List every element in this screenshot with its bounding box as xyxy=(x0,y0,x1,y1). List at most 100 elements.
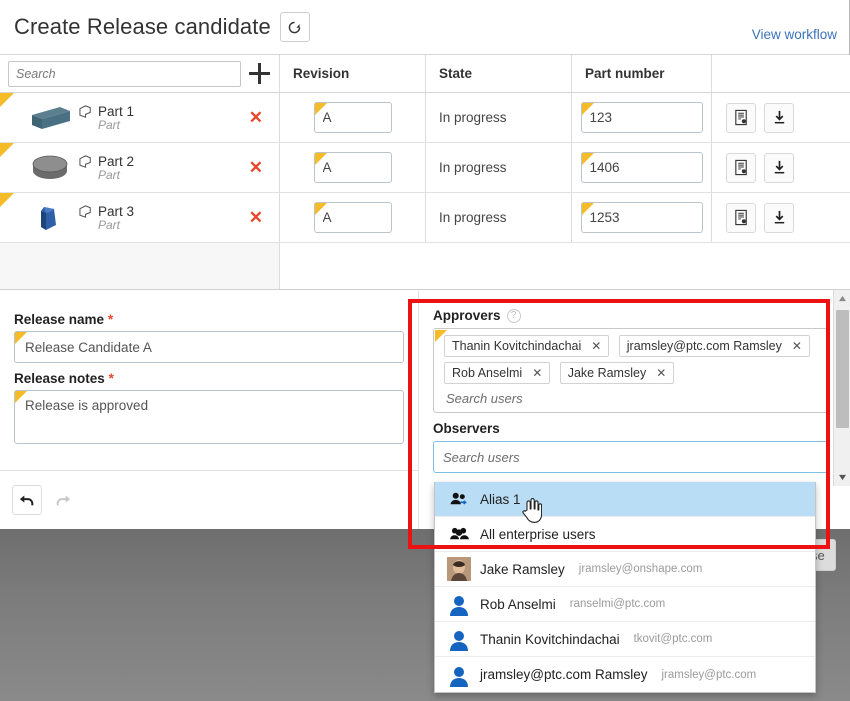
vertical-scrollbar[interactable] xyxy=(833,290,850,486)
download-icon xyxy=(774,110,784,124)
list-item-label: Jake Ramsley xyxy=(480,561,565,577)
approver-token: Jake Ramsley ✕ xyxy=(559,362,675,384)
actions-cell xyxy=(712,93,850,142)
drawing-icon xyxy=(734,109,747,126)
required-marker: * xyxy=(107,312,114,327)
table-row: Part 1 Part ✕ In progress xyxy=(0,93,850,143)
column-header-revision: Revision xyxy=(280,55,426,92)
list-item[interactable]: Alias 1 xyxy=(435,482,815,517)
scroll-down-button[interactable] xyxy=(834,469,850,486)
observers-label-row: Observers xyxy=(433,421,830,436)
download-button[interactable] xyxy=(764,202,794,233)
part-number-input[interactable] xyxy=(580,102,703,133)
approvers-token-field[interactable]: Thanin Kovitchindachai ✕ jramsley@ptc.co… xyxy=(433,328,830,413)
part-number-cell xyxy=(572,193,712,242)
list-item-email: jramsley@ptc.com xyxy=(661,668,757,681)
revision-input[interactable] xyxy=(313,152,392,183)
actions-cell xyxy=(712,143,850,192)
view-workflow-link[interactable]: View workflow xyxy=(752,27,837,42)
revision-input[interactable] xyxy=(313,202,392,233)
part-info: Part 2 Part xyxy=(78,154,134,182)
list-item[interactable]: Jake Ramsley jramsley@onshape.com xyxy=(435,552,815,587)
approver-token-label: jramsley@ptc.com Ramsley xyxy=(626,339,782,353)
list-item[interactable]: Thanin Kovitchindachai tkovit@ptc.com xyxy=(435,622,815,657)
close-icon[interactable]: ✕ xyxy=(249,209,263,226)
close-small-icon[interactable]: ✕ xyxy=(792,339,802,353)
triangle-up-icon xyxy=(839,295,846,302)
box-thumbnail xyxy=(32,106,70,129)
release-name-field xyxy=(14,331,404,363)
part-subtitle: Part xyxy=(98,167,121,182)
part-subtitle: Part xyxy=(98,117,121,132)
release-name-label: Release name * xyxy=(14,312,404,327)
avatar-person-icon xyxy=(447,627,471,651)
approver-token: Rob Anselmi ✕ xyxy=(444,362,551,384)
part-number-input[interactable] xyxy=(580,202,703,233)
part-icon xyxy=(79,154,91,168)
download-button[interactable] xyxy=(764,102,794,133)
part-cell: Part 2 Part ✕ xyxy=(0,143,280,192)
triangle-down-icon xyxy=(839,474,846,481)
list-item-label: All enterprise users xyxy=(480,526,596,542)
list-item[interactable]: All enterprise users xyxy=(435,517,815,552)
refresh-button[interactable] xyxy=(279,12,310,42)
part-icon xyxy=(79,104,91,118)
download-button[interactable] xyxy=(764,152,794,183)
list-item-label: Thanin Kovitchindachai xyxy=(480,631,620,647)
cylinder-thumbnail xyxy=(32,155,68,179)
list-item-email: tkovit@ptc.com xyxy=(633,633,713,645)
part-icon xyxy=(79,204,91,218)
redo-button[interactable] xyxy=(48,484,78,515)
group-icon xyxy=(447,522,471,546)
scroll-up-button[interactable] xyxy=(834,290,850,307)
approver-token-label: Jake Ramsley xyxy=(567,366,647,380)
drawing-button[interactable] xyxy=(726,102,756,133)
plus-icon[interactable] xyxy=(249,62,271,85)
column-header-actions xyxy=(712,55,850,92)
part-number-field-wrap xyxy=(580,202,703,233)
drawing-button[interactable] xyxy=(726,202,756,233)
part-cell: Part 1 Part ✕ xyxy=(0,93,280,142)
approver-token-label: Thanin Kovitchindachai xyxy=(452,339,582,353)
actions-cell xyxy=(712,193,850,242)
dialog-header: Create Release candidate View workflow xyxy=(0,0,849,55)
revision-input[interactable] xyxy=(313,102,392,133)
table-filler-right xyxy=(280,243,850,291)
download-icon xyxy=(774,160,784,174)
scrollbar-thumb[interactable] xyxy=(836,310,849,428)
table-header-row: Revision State Part number xyxy=(0,55,850,93)
undo-button[interactable] xyxy=(12,484,42,515)
undo-arrow-icon xyxy=(19,495,34,505)
pending-change-flag-icon xyxy=(0,143,14,157)
drawing-icon xyxy=(734,159,747,176)
close-icon[interactable]: ✕ xyxy=(249,109,263,126)
screen: Create Release candidate View workflow R… xyxy=(0,0,850,701)
close-small-icon[interactable]: ✕ xyxy=(656,366,666,380)
part-name-row: Part 3 xyxy=(78,204,134,219)
release-notes-input[interactable] xyxy=(14,390,404,444)
approvers-search-input[interactable] xyxy=(444,389,624,408)
pending-change-flag-icon xyxy=(0,93,14,107)
list-item[interactable]: Rob Anselmi ranselmi@ptc.com xyxy=(435,587,815,622)
observers-search-input[interactable] xyxy=(433,441,830,473)
list-item[interactable]: jramsley@ptc.com Ramsley jramsley@ptc.co… xyxy=(435,657,815,692)
search-input[interactable] xyxy=(8,60,241,87)
drawing-button[interactable] xyxy=(726,152,756,183)
release-notes-label-text: Release notes xyxy=(14,371,105,386)
close-small-icon[interactable]: ✕ xyxy=(591,339,601,353)
approvers-label: Approvers xyxy=(433,308,501,323)
refresh-icon xyxy=(289,21,301,33)
close-icon[interactable]: ✕ xyxy=(249,159,263,176)
revision-cell xyxy=(280,143,426,192)
column-header-state: State xyxy=(426,55,572,92)
part-number-field-wrap xyxy=(580,102,703,133)
help-question-icon[interactable]: ? xyxy=(506,308,521,323)
revision-cell xyxy=(280,193,426,242)
part-name: Part 2 xyxy=(98,153,135,169)
avatar-person-icon xyxy=(447,592,471,616)
table-row: Part 2 Part ✕ In progress xyxy=(0,143,850,193)
close-small-icon[interactable]: ✕ xyxy=(532,366,542,380)
release-name-input[interactable] xyxy=(14,331,404,363)
part-number-input[interactable] xyxy=(580,152,703,183)
drawing-icon xyxy=(734,209,747,226)
